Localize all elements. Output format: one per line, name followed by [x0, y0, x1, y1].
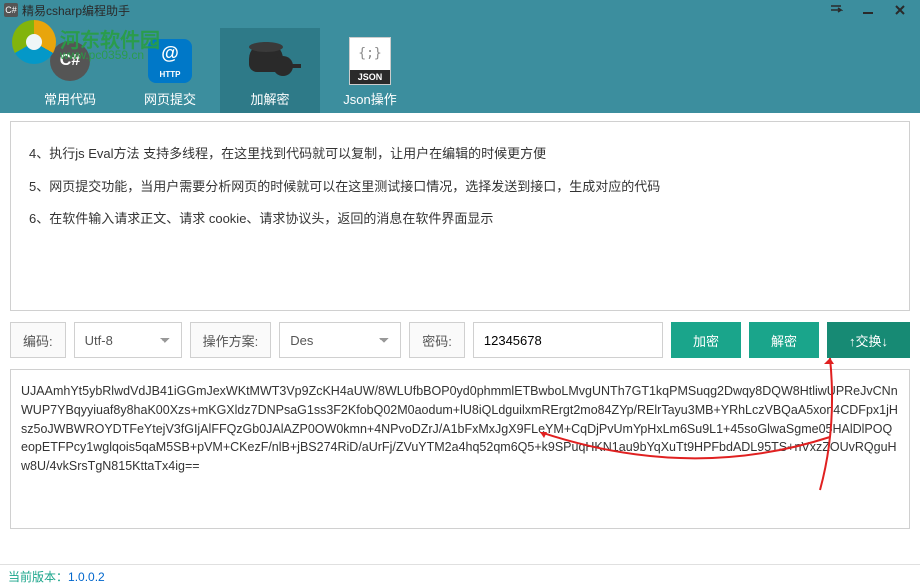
- scheme-select[interactable]: Des: [279, 322, 401, 358]
- tab-crypto[interactable]: 加解密: [220, 28, 320, 113]
- csharp-icon: C#: [50, 41, 90, 81]
- output-textarea[interactable]: UJAAmhYt5ybRlwdVdJB41iGGmJexWKtMWT3Vp9Zc…: [10, 369, 910, 529]
- settings-icon[interactable]: [828, 3, 844, 17]
- json-icon: [349, 37, 391, 85]
- app-icon: C#: [4, 3, 18, 17]
- tab-label: 网页提交: [144, 89, 196, 108]
- crypt-icon: [249, 40, 291, 82]
- http-icon: [148, 39, 192, 83]
- encoding-label: 编码:: [10, 322, 66, 358]
- tab-label: 加解密: [250, 89, 289, 108]
- password-input[interactable]: [473, 322, 663, 358]
- desc-line: 5、网页提交功能，当用户需要分析网页的时候就可以在这里测试接口情况，选择发送到接…: [29, 171, 891, 204]
- version-label: 当前版本：: [8, 568, 68, 585]
- password-label: 密码:: [409, 322, 465, 358]
- encrypt-button[interactable]: 加密: [671, 322, 741, 358]
- statusbar: 当前版本： 1.0.0.2: [0, 564, 920, 588]
- encoding-select[interactable]: Utf-8: [74, 322, 182, 358]
- swap-button[interactable]: ↑交换↓: [827, 322, 910, 358]
- control-row: 编码: Utf-8 操作方案: Des 密码: 加密 解密 ↑交换↓: [10, 319, 910, 361]
- desc-line: 6、在软件输入请求正文、请求 cookie、请求协议头，返回的消息在软件界面显示: [29, 203, 891, 236]
- titlebar: C# 精易csharp编程助手: [0, 0, 920, 20]
- tab-label: Json操作: [343, 89, 396, 108]
- description-box[interactable]: 4、执行js Eval方法 支持多线程，在这里找到代码就可以复制，让用户在编辑的…: [10, 121, 910, 311]
- content-area: 4、执行js Eval方法 支持多线程，在这里找到代码就可以复制，让用户在编辑的…: [0, 113, 920, 564]
- close-button[interactable]: [892, 3, 908, 17]
- tab-label: 常用代码: [44, 89, 96, 108]
- minimize-button[interactable]: [860, 3, 876, 17]
- tab-common-code[interactable]: C# 常用代码: [20, 28, 120, 113]
- version-number: 1.0.0.2: [68, 570, 105, 584]
- tab-json[interactable]: Json操作: [320, 28, 420, 113]
- tab-web-submit[interactable]: 网页提交: [120, 28, 220, 113]
- scheme-label: 操作方案:: [190, 322, 272, 358]
- decrypt-button[interactable]: 解密: [749, 322, 819, 358]
- window-title: 精易csharp编程助手: [22, 2, 130, 19]
- main-toolbar: C# 常用代码 网页提交 加解密 Json操作: [0, 20, 920, 113]
- desc-line: 4、执行js Eval方法 支持多线程，在这里找到代码就可以复制，让用户在编辑的…: [29, 138, 891, 171]
